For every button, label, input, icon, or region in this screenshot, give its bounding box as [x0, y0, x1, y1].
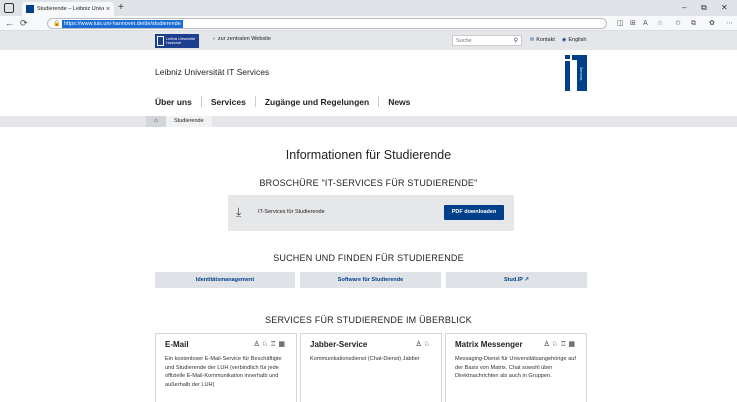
- download-icon: ⤓: [236, 205, 242, 219]
- nav-zugaenge[interactable]: Zugänge und Regelungen: [265, 97, 369, 107]
- browser-tab[interactable]: Studierende – Leibniz Universität ×: [22, 2, 114, 16]
- favicon-icon: [26, 5, 34, 13]
- kontakt-label: Kontakt: [536, 37, 555, 43]
- nav-divider: [200, 96, 202, 107]
- globe-icon: ◉: [562, 37, 567, 43]
- service-card-email[interactable]: E-Mail ♙♘♖▦ Ein kostenloser E-Mail-Servi…: [155, 333, 297, 402]
- kontakt-link[interactable]: ✉ Kontakt: [530, 37, 555, 43]
- favorite-icon[interactable]: ☆: [657, 19, 663, 28]
- group-icon: ♘: [261, 341, 271, 348]
- card-title: E-Mail: [165, 340, 189, 349]
- pdf-download-button[interactable]: PDF downloaden: [444, 205, 504, 220]
- brochure-box: ⤓ IT-Services für Studierende PDF downlo…: [228, 195, 514, 231]
- luh-logo-mark: [157, 36, 165, 46]
- tab-close-icon[interactable]: ×: [106, 6, 110, 13]
- nav-ueber-uns[interactable]: Über uns: [155, 97, 192, 107]
- luh-logo-text: Leibniz Universität Hannover: [166, 37, 195, 45]
- search-heading: SUCHEN UND FINDEN FÜR STUDIERENDE: [273, 253, 464, 263]
- english-link[interactable]: ◉ English: [562, 37, 586, 43]
- nav-divider: [254, 96, 256, 107]
- collections-icon[interactable]: ⧉: [691, 19, 696, 28]
- institution-icon: ▦: [278, 341, 287, 348]
- audience-icons: ♙♘: [415, 340, 432, 348]
- audience-icons: ♙♘♖▦: [254, 340, 287, 348]
- tab-title: Studierende – Leibniz Universität: [37, 6, 104, 12]
- card-description: Kommunikationsdienst (Chat-Dienst) Jabbe…: [310, 356, 420, 362]
- services-heading: SERVICES FÜR STUDIERENDE IM ÜBERBLICK: [265, 315, 472, 325]
- card-title: Matrix Messenger: [455, 340, 523, 349]
- extensions-icon[interactable]: ✿: [709, 19, 715, 28]
- browser-tab-bar: Studierende – Leibniz Universität × + – …: [0, 0, 737, 16]
- url-text[interactable]: https://www.luis.uni-hannover.de/de/stud…: [62, 20, 183, 28]
- new-tab-button[interactable]: +: [118, 2, 124, 14]
- brochure-heading: BROSCHÜRE "IT-SERVICES FÜR STUDIERENDE": [259, 178, 478, 188]
- service-card-matrix[interactable]: Matrix Messenger ♙♘♖▦ Messaging-Dienst f…: [445, 333, 587, 402]
- card-description: Ein kostenloser E-Mail-Service für Besch…: [165, 356, 282, 388]
- breadcrumb: ⌂ Studierende: [0, 116, 737, 127]
- logo-caption: Services: [579, 67, 583, 81]
- url-field[interactable]: 🔒 https://www.luis.uni-hannover.de/de/st…: [47, 18, 607, 29]
- brochure-label: IT-Services für Studierende: [258, 209, 325, 215]
- breadcrumb-current: Studierende: [166, 116, 212, 127]
- apps-icon[interactable]: ⊞: [630, 19, 636, 28]
- site-topbar: Leibniz Universität Hannover ‹ zur zentr…: [0, 31, 737, 50]
- read-aloud-icon[interactable]: A: [643, 19, 648, 28]
- luh-logo[interactable]: Leibniz Universität Hannover: [155, 34, 199, 48]
- nav-news[interactable]: News: [388, 97, 410, 107]
- close-window-button[interactable]: ✕: [721, 2, 728, 14]
- logo-i-dot: [565, 55, 570, 59]
- maximize-button[interactable]: ⧉: [701, 2, 707, 14]
- software-link[interactable]: Software für Studierende: [300, 272, 441, 288]
- page-title: Informationen für Studierende: [285, 148, 452, 162]
- card-description: Messaging-Dienst für Universitätsangehör…: [455, 356, 576, 380]
- group-icon: ♘: [423, 341, 432, 348]
- home-icon[interactable]: ⌂: [146, 116, 166, 127]
- card-title: Jabber-Service: [310, 340, 368, 349]
- identity-management-link[interactable]: Identitätsmanagement: [155, 272, 295, 288]
- audience-icons: ♙♘♖▦: [544, 340, 577, 348]
- main-navigation: Über uns Services Zugänge und Regelungen…: [155, 96, 410, 107]
- group-icon: ♘: [551, 341, 561, 348]
- reload-icon[interactable]: ⟳: [20, 18, 28, 29]
- minimize-button[interactable]: –: [682, 2, 686, 14]
- central-website-label: zur zentralen Website: [217, 36, 271, 42]
- more-menu-icon[interactable]: ⋯: [726, 19, 733, 28]
- window-menu-icon[interactable]: [4, 3, 14, 13]
- nav-divider: [378, 96, 380, 107]
- address-bar: ← ⟳ 🔒 https://www.luis.uni-hannover.de/d…: [0, 16, 737, 31]
- nav-services[interactable]: Services: [211, 97, 246, 107]
- institution-icon: ▦: [568, 341, 577, 348]
- person-icon: ♙: [253, 341, 262, 348]
- central-website-link[interactable]: ‹ zur zentralen Website: [213, 36, 271, 42]
- read-mode-icon[interactable]: ◫: [617, 19, 624, 28]
- service-card-jabber[interactable]: Jabber-Service ♙♘ Kommunikationsdienst (…: [300, 333, 442, 402]
- person-icon: ♙: [415, 341, 424, 348]
- english-label: English: [568, 37, 587, 43]
- search-placeholder: Suche: [456, 38, 472, 44]
- search-input[interactable]: Suche ⚲: [452, 35, 522, 46]
- org-name[interactable]: Leibniz Universität IT Services: [155, 67, 269, 77]
- it-services-logo[interactable]: Services: [565, 55, 587, 91]
- person-icon: ♙: [543, 341, 552, 348]
- studip-link[interactable]: Stud.IP ↗: [446, 272, 587, 288]
- mail-icon: ✉: [530, 37, 535, 43]
- lock-icon: 🔒: [53, 21, 61, 27]
- search-icon[interactable]: ⚲: [514, 37, 518, 44]
- back-icon[interactable]: ←: [5, 18, 14, 29]
- logo-i: [565, 61, 570, 91]
- favorites-bar-icon[interactable]: ✩: [675, 19, 681, 28]
